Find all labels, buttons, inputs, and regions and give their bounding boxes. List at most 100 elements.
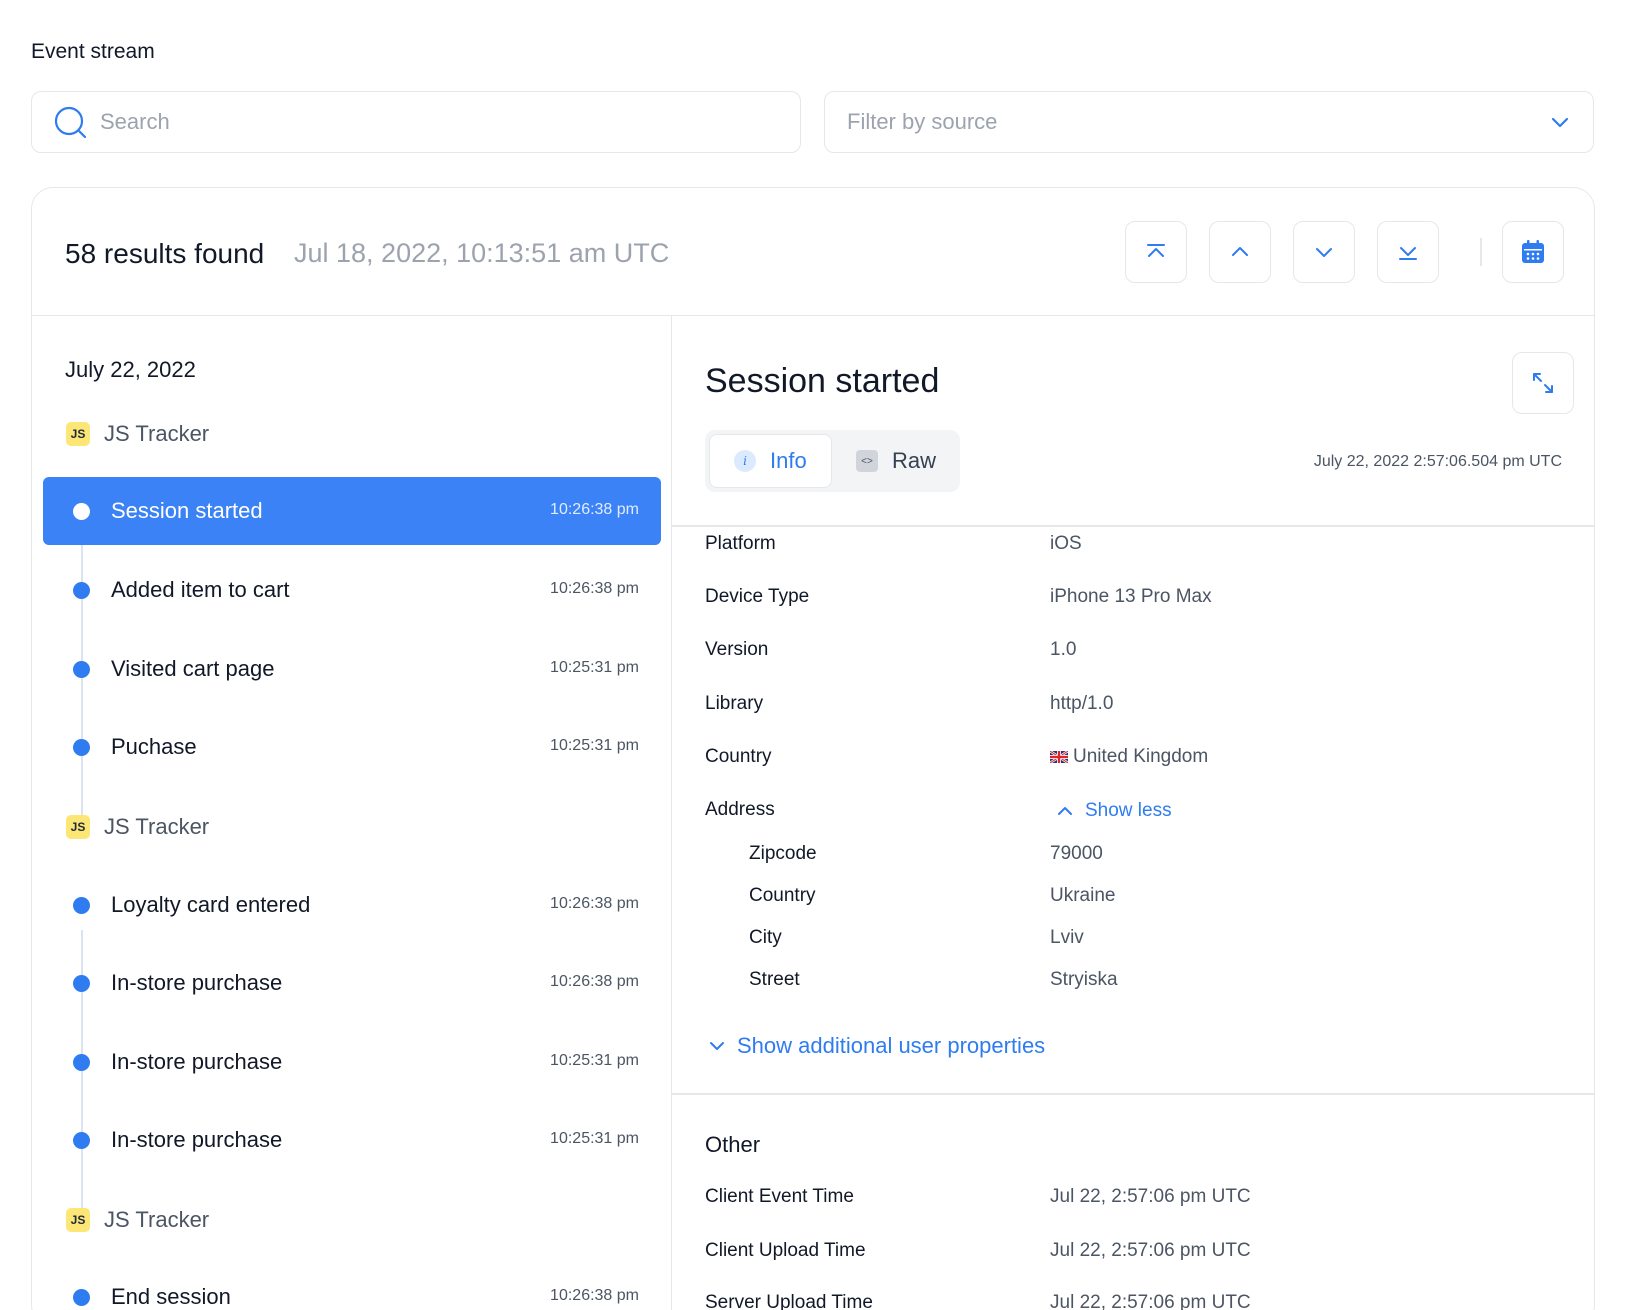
prop-value: Jul 22, 2:57:06 pm UTC [1050, 1186, 1251, 1207]
event-list-pane: July 22, 2022 JS JS Tracker Session star… [32, 316, 672, 1310]
js-badge-icon: JS [66, 815, 90, 839]
detail-tabs: i Info <> Raw [705, 430, 960, 492]
event-item[interactable]: Visited cart page 10:25:31 pm [43, 635, 661, 703]
previous-button[interactable] [1209, 221, 1271, 283]
timeline-dot [73, 1132, 90, 1149]
toolbar-divider [1480, 238, 1482, 266]
prop-label: Street [749, 969, 800, 990]
results-header: 58 results found Jul 18, 2022, 10:13:51 … [32, 188, 1594, 316]
tracker-label: JS Tracker [104, 1207, 210, 1232]
show-less-toggle[interactable]: Show less [1055, 800, 1172, 822]
event-time: 10:25:31 pm [550, 659, 639, 676]
divider [672, 525, 1594, 527]
event-item[interactable]: Loyalty card entered 10:26:38 pm [43, 871, 661, 939]
source-filter-select[interactable]: Filter by source [824, 91, 1594, 153]
search-icon [54, 106, 87, 139]
prop-label: City [749, 927, 782, 948]
jump-to-last-button[interactable] [1377, 221, 1439, 283]
chevron-up-icon [1232, 247, 1248, 256]
search-placeholder: Search [100, 109, 170, 134]
prop-label: Version [705, 639, 769, 660]
jump-to-first-button[interactable] [1125, 221, 1187, 283]
chevron-down-icon [710, 1042, 724, 1050]
show-additional-properties-toggle[interactable]: Show additional user properties [707, 1033, 1045, 1059]
event-name: Added item to cart [111, 577, 290, 602]
event-item[interactable]: Added item to cart 10:26:38 pm [43, 556, 661, 624]
js-badge-icon: JS [66, 1208, 90, 1232]
tab-raw-label: Raw [892, 448, 937, 473]
prop-label: Platform [705, 533, 776, 554]
event-name: Loyalty card entered [111, 892, 311, 917]
tracker-label: JS Tracker [104, 814, 210, 839]
event-time: 10:26:38 pm [550, 973, 639, 990]
timeline-dot [73, 975, 90, 992]
search-input[interactable]: Search [31, 91, 801, 153]
detail-title: Session started [705, 362, 940, 400]
results-count: 58 results found [65, 238, 265, 269]
prop-value: Jul 22, 2:57:06 pm UTC [1050, 1240, 1251, 1261]
js-badge-icon: JS [66, 422, 90, 446]
tracker-label: JS Tracker [104, 421, 210, 446]
next-button[interactable] [1293, 221, 1355, 283]
calendar-icon [1522, 240, 1544, 263]
filter-placeholder: Filter by source [847, 109, 998, 134]
country-value: United Kingdom [1073, 746, 1209, 767]
calendar-button[interactable] [1502, 221, 1564, 283]
event-time: 10:26:38 pm [550, 580, 639, 597]
code-file-icon: <> [856, 450, 878, 472]
divider [672, 1093, 1594, 1095]
section-title-other: Other [705, 1132, 761, 1157]
prop-value: iOS [1050, 533, 1082, 554]
timeline-dot [73, 1054, 90, 1071]
jump-to-first-icon [1147, 244, 1165, 257]
event-time: 10:26:38 pm [550, 1287, 639, 1304]
tab-raw[interactable]: <> Raw [844, 434, 956, 488]
prop-value: http/1.0 [1050, 693, 1114, 714]
prop-label: Device Type [705, 586, 810, 607]
event-item-selected[interactable]: Session started 10:26:38 pm [43, 477, 661, 545]
prop-value: Stryiska [1050, 969, 1118, 990]
timeline-dot [73, 661, 90, 678]
prop-value: 1.0 [1050, 639, 1077, 660]
prop-label: Zipcode [749, 843, 817, 864]
prop-value: iPhone 13 Pro Max [1050, 586, 1212, 607]
info-icon: i [734, 450, 756, 472]
uk-flag-icon [1050, 751, 1068, 763]
timeline-dot [73, 897, 90, 914]
event-item[interactable]: End session 10:26:38 pm [43, 1263, 661, 1310]
event-item[interactable]: In-store purchase 10:25:31 pm [43, 1106, 661, 1174]
prop-value: Ukraine [1050, 885, 1116, 906]
event-detail-pane: Session started i Info <> Raw July 22, 2… [672, 316, 1594, 1310]
prop-label: Library [705, 693, 764, 714]
event-name: Session started [111, 498, 263, 523]
event-time: 10:26:38 pm [550, 895, 639, 912]
chevron-down-icon [1551, 117, 1569, 128]
prop-label: Client Event Time [705, 1186, 854, 1207]
prop-value: Lviv [1050, 927, 1084, 948]
timeline-dot [73, 582, 90, 599]
prop-label: Country [749, 885, 816, 906]
event-name: Visited cart page [111, 656, 275, 681]
timeline-dot [73, 739, 90, 756]
timeline-dot [73, 1289, 90, 1306]
tracker-group-header: JS JS Tracker [66, 1207, 209, 1233]
event-time: 10:25:31 pm [550, 1052, 639, 1069]
show-more-label: Show additional user properties [737, 1033, 1046, 1058]
timeline-dot [73, 503, 90, 520]
prop-label: Client Upload Time [705, 1240, 866, 1261]
prop-label: Server Upload Time [705, 1292, 873, 1310]
event-item[interactable]: In-store purchase 10:25:31 pm [43, 1028, 661, 1096]
tab-info[interactable]: i Info [709, 434, 832, 488]
expand-button[interactable] [1512, 352, 1574, 414]
event-time: 10:25:31 pm [550, 737, 639, 754]
expand-icon [1533, 373, 1553, 393]
results-date: Jul 18, 2022, 10:13:51 am UTC [294, 238, 670, 268]
show-less-label: Show less [1085, 800, 1172, 821]
prop-value: 79000 [1050, 843, 1103, 864]
event-name: Puchase [111, 734, 197, 759]
event-item[interactable]: Puchase 10:25:31 pm [43, 713, 661, 781]
stream-date-heading: July 22, 2022 [65, 357, 196, 382]
prop-value-country: United Kingdom [1050, 746, 1208, 768]
event-stream-card: 58 results found Jul 18, 2022, 10:13:51 … [31, 187, 1595, 1310]
event-item[interactable]: In-store purchase 10:26:38 pm [43, 949, 661, 1017]
